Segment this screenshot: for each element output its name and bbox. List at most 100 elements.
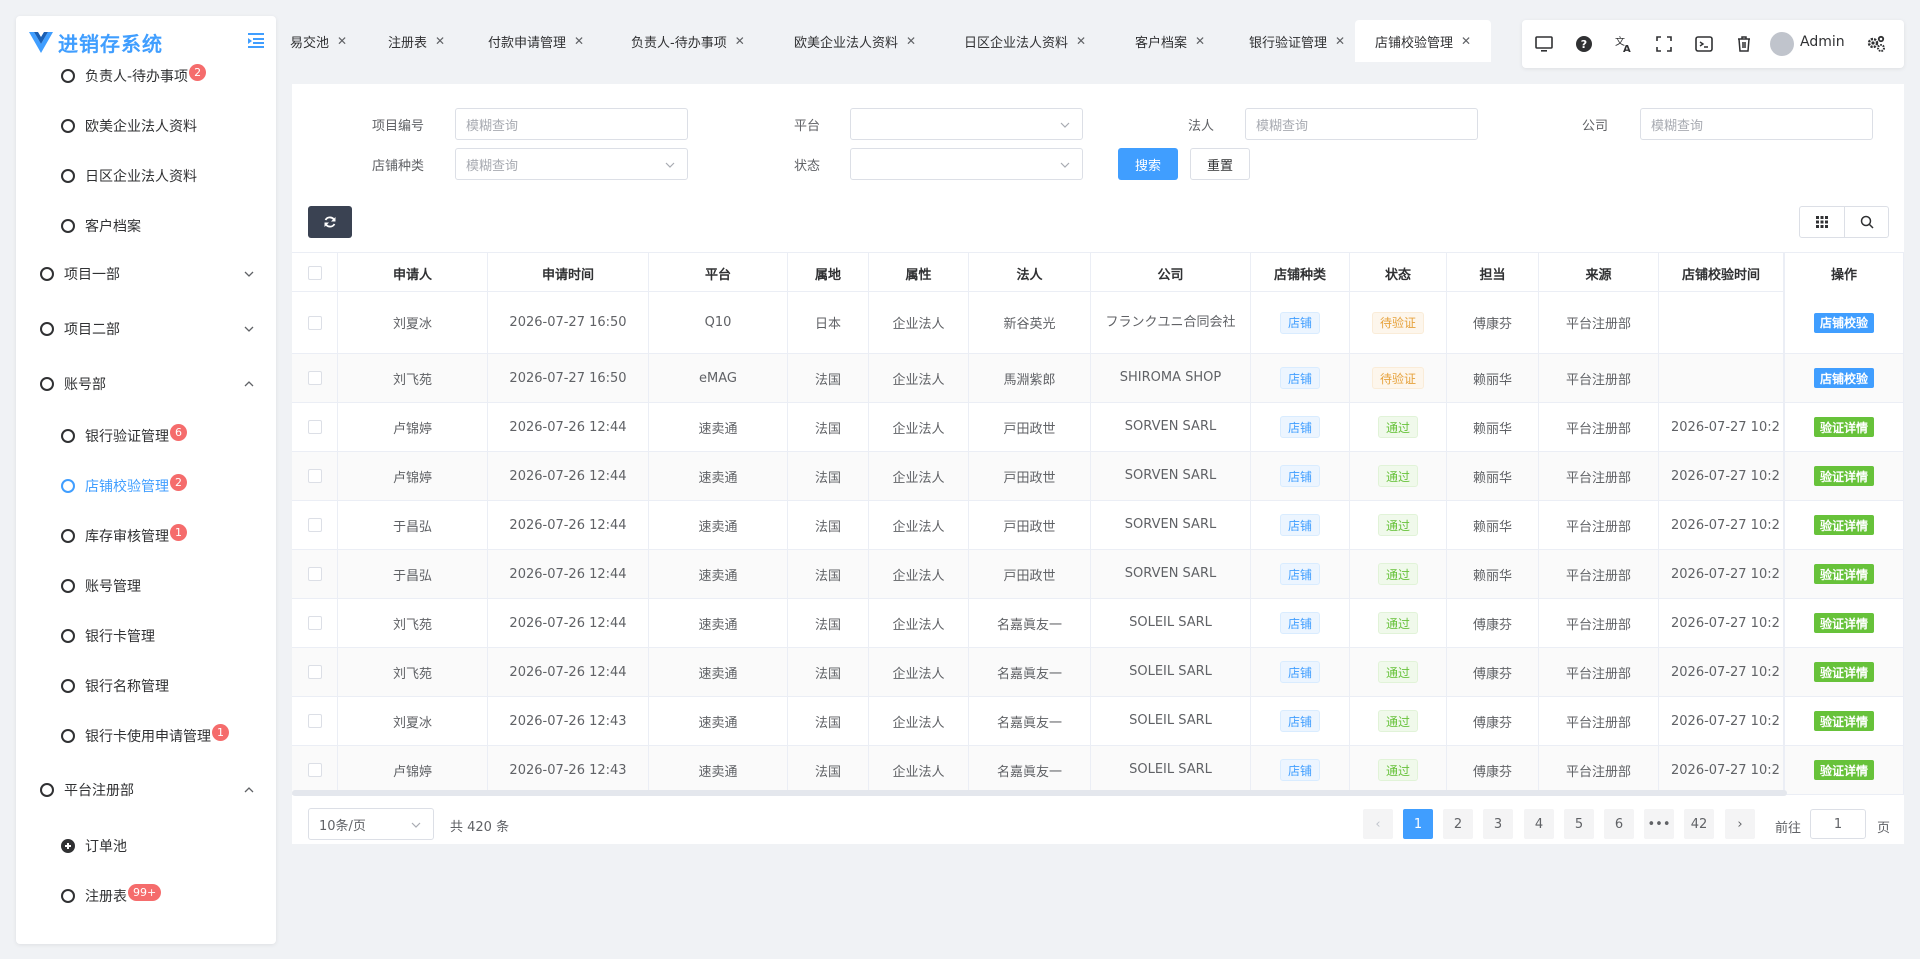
sidebar-item[interactable]: 欧美企业法人资料 xyxy=(16,101,276,151)
reset-button[interactable]: 重置 xyxy=(1190,148,1250,180)
help-icon[interactable]: ? xyxy=(1574,34,1594,54)
verify-detail-button[interactable]: 验证详情 xyxy=(1813,564,1874,584)
tab[interactable]: 银行验证管理 ✕ xyxy=(1249,20,1345,62)
sidebar-item[interactable]: 银行名称管理 xyxy=(16,661,276,711)
row-checkbox[interactable] xyxy=(307,714,322,728)
select-all-checkbox[interactable] xyxy=(307,266,322,280)
column-header[interactable]: 公司 xyxy=(1091,253,1251,293)
row-checkbox[interactable] xyxy=(307,518,322,532)
close-icon[interactable]: ✕ xyxy=(906,34,916,48)
column-header[interactable]: 店铺种类 xyxy=(1251,253,1350,293)
toggle-search-button[interactable] xyxy=(1844,207,1888,237)
avatar[interactable] xyxy=(1770,32,1794,56)
next-page-chevron-right-icon[interactable]: › xyxy=(1725,809,1755,839)
shop-verify-button[interactable]: 店铺校验 xyxy=(1813,312,1874,333)
column-header[interactable]: 来源 xyxy=(1539,253,1659,293)
tab[interactable]: 欧美企业法人资料 ✕ xyxy=(794,20,916,62)
legal-person-input[interactable]: 模糊查询 xyxy=(1245,108,1478,140)
page-button[interactable]: 3 xyxy=(1483,809,1513,839)
table-row[interactable]: 刘飞苑 2026-07-27 16:50 eMAG 法国 企业法人 馬淵紫郎 SHIROMA… xyxy=(292,354,1904,403)
sidebar-item[interactable]: 客户档案 xyxy=(16,201,276,251)
terminal-icon[interactable] xyxy=(1694,34,1714,54)
table-row[interactable]: 于昌弘 2026-07-26 12:44 速卖通 法国 企业法人 戸田政世 SORVEN S… xyxy=(292,501,1904,550)
column-header[interactable]: 属地 xyxy=(788,253,869,293)
close-icon[interactable]: ✕ xyxy=(435,34,445,48)
table-row[interactable]: 刘夏冰 2026-07-27 16:50 Q10 日本 企业法人 新谷英光 フランクユニ合同… xyxy=(292,292,1904,354)
column-header[interactable]: 状态 xyxy=(1350,253,1447,293)
sidebar-item[interactable]: 项目一部 xyxy=(16,249,276,299)
shop-verify-button[interactable]: 店铺校验 xyxy=(1813,368,1874,388)
table-row[interactable]: 卢锦婷 2026-07-26 12:44 速卖通 法国 企业法人 戸田政世 SORVEN S… xyxy=(292,403,1904,452)
page-button[interactable]: 5 xyxy=(1564,809,1594,839)
page-button[interactable]: 42 xyxy=(1684,809,1714,839)
table-row[interactable]: 卢锦婷 2026-07-26 12:43 速卖通 法国 企业法人 名嘉眞友一 SOLEIL … xyxy=(292,746,1904,795)
close-icon[interactable]: ✕ xyxy=(1335,34,1345,48)
translate-icon[interactable]: 文A xyxy=(1614,34,1634,54)
sidebar-item[interactable]: 银行验证管理 6 xyxy=(16,411,276,461)
tab[interactable]: 负责人-待办事项 ✕ xyxy=(631,20,745,62)
table-row[interactable]: 刘飞苑 2026-07-26 12:44 速卖通 法国 企业法人 名嘉眞友一 SOLEIL … xyxy=(292,648,1904,697)
sidebar-item[interactable]: 平台注册部 xyxy=(16,765,276,815)
row-checkbox[interactable] xyxy=(307,469,322,483)
page-button[interactable]: 2 xyxy=(1443,809,1473,839)
tab[interactable]: 日区企业法人资料 ✕ xyxy=(964,20,1086,62)
close-icon[interactable]: ✕ xyxy=(574,34,584,48)
sidebar-item[interactable]: 库存审核管理 1 xyxy=(16,511,276,561)
search-button[interactable]: 搜索 xyxy=(1118,148,1178,180)
page-button[interactable]: 1 xyxy=(1403,809,1433,839)
table-row[interactable]: 刘飞苑 2026-07-26 12:44 速卖通 法国 企业法人 名嘉眞友一 SOLEIL … xyxy=(292,599,1904,648)
page-button[interactable]: 4 xyxy=(1524,809,1554,839)
sidebar-item[interactable]: 项目二部 xyxy=(16,304,276,354)
row-checkbox[interactable] xyxy=(307,420,322,434)
column-settings-button[interactable] xyxy=(1800,207,1844,237)
verify-detail-button[interactable]: 验证详情 xyxy=(1813,613,1874,633)
row-checkbox[interactable] xyxy=(307,763,322,777)
column-header[interactable]: 担当 xyxy=(1447,253,1539,293)
tab[interactable]: 店铺校验管理 ✕ xyxy=(1355,20,1492,62)
close-icon[interactable]: ✕ xyxy=(1195,34,1205,48)
sidebar-item[interactable]: 银行卡管理 xyxy=(16,611,276,661)
row-checkbox[interactable] xyxy=(307,371,322,385)
sidebar-item[interactable]: 店铺校验管理 2 xyxy=(16,461,276,511)
monitor-icon[interactable] xyxy=(1534,34,1554,54)
more-pages-button[interactable]: ••• xyxy=(1644,809,1674,839)
verify-detail-button[interactable]: 验证详情 xyxy=(1813,711,1874,731)
prev-page-chevron-left-icon[interactable]: ‹ xyxy=(1363,809,1393,839)
page-button[interactable]: 6 xyxy=(1604,809,1634,839)
row-checkbox[interactable] xyxy=(307,315,322,330)
column-header[interactable]: 操作 xyxy=(1784,253,1904,293)
tab[interactable]: 易交池 ✕ xyxy=(290,20,347,62)
menu-collapse-icon[interactable] xyxy=(246,30,266,50)
status-select[interactable] xyxy=(850,148,1083,180)
shop-type-select[interactable]: 模糊查询 xyxy=(455,148,688,180)
tab[interactable]: 付款申请管理 ✕ xyxy=(488,20,584,62)
column-header[interactable]: 平台 xyxy=(649,253,788,293)
project-no-input[interactable]: 模糊查询 xyxy=(455,108,688,140)
row-checkbox[interactable] xyxy=(307,665,322,679)
table-row[interactable]: 卢锦婷 2026-07-26 12:44 速卖通 法国 企业法人 戸田政世 SORVEN S… xyxy=(292,452,1904,501)
tab[interactable]: 注册表 ✕ xyxy=(388,20,445,62)
close-icon[interactable]: ✕ xyxy=(1461,34,1471,48)
row-checkbox[interactable] xyxy=(307,567,322,581)
close-icon[interactable]: ✕ xyxy=(1076,34,1086,48)
close-icon[interactable]: ✕ xyxy=(735,34,745,48)
column-header[interactable]: 店铺校验时间 xyxy=(1659,253,1784,293)
tab[interactable]: 客户档案 ✕ xyxy=(1135,20,1205,62)
platform-select[interactable] xyxy=(850,108,1083,140)
sidebar-item[interactable]: 账号管理 xyxy=(16,561,276,611)
close-icon[interactable]: ✕ xyxy=(337,34,347,48)
column-header[interactable]: 申请时间 xyxy=(488,253,649,293)
company-input[interactable]: 模糊查询 xyxy=(1640,108,1873,140)
sidebar-item[interactable]: 注册表 99+ xyxy=(16,871,276,921)
verify-detail-button[interactable]: 验证详情 xyxy=(1813,662,1874,682)
sidebar-item[interactable]: 负责人-待办事项 2 xyxy=(16,51,276,101)
sidebar-item[interactable]: 订单池 xyxy=(16,821,276,871)
settings-icon[interactable] xyxy=(1866,34,1886,54)
sidebar-item[interactable]: 日区企业法人资料 xyxy=(16,151,276,201)
column-header[interactable]: 法人 xyxy=(969,253,1091,293)
trash-icon[interactable] xyxy=(1734,34,1754,54)
column-header[interactable]: 属性 xyxy=(869,253,969,293)
sidebar-item[interactable]: 银行卡使用申请管理 1 xyxy=(16,711,276,761)
sidebar-item[interactable]: 账号部 xyxy=(16,359,276,409)
table-row[interactable]: 刘夏冰 2026-07-26 12:43 速卖通 法国 企业法人 名嘉眞友一 SOLEIL … xyxy=(292,697,1904,746)
